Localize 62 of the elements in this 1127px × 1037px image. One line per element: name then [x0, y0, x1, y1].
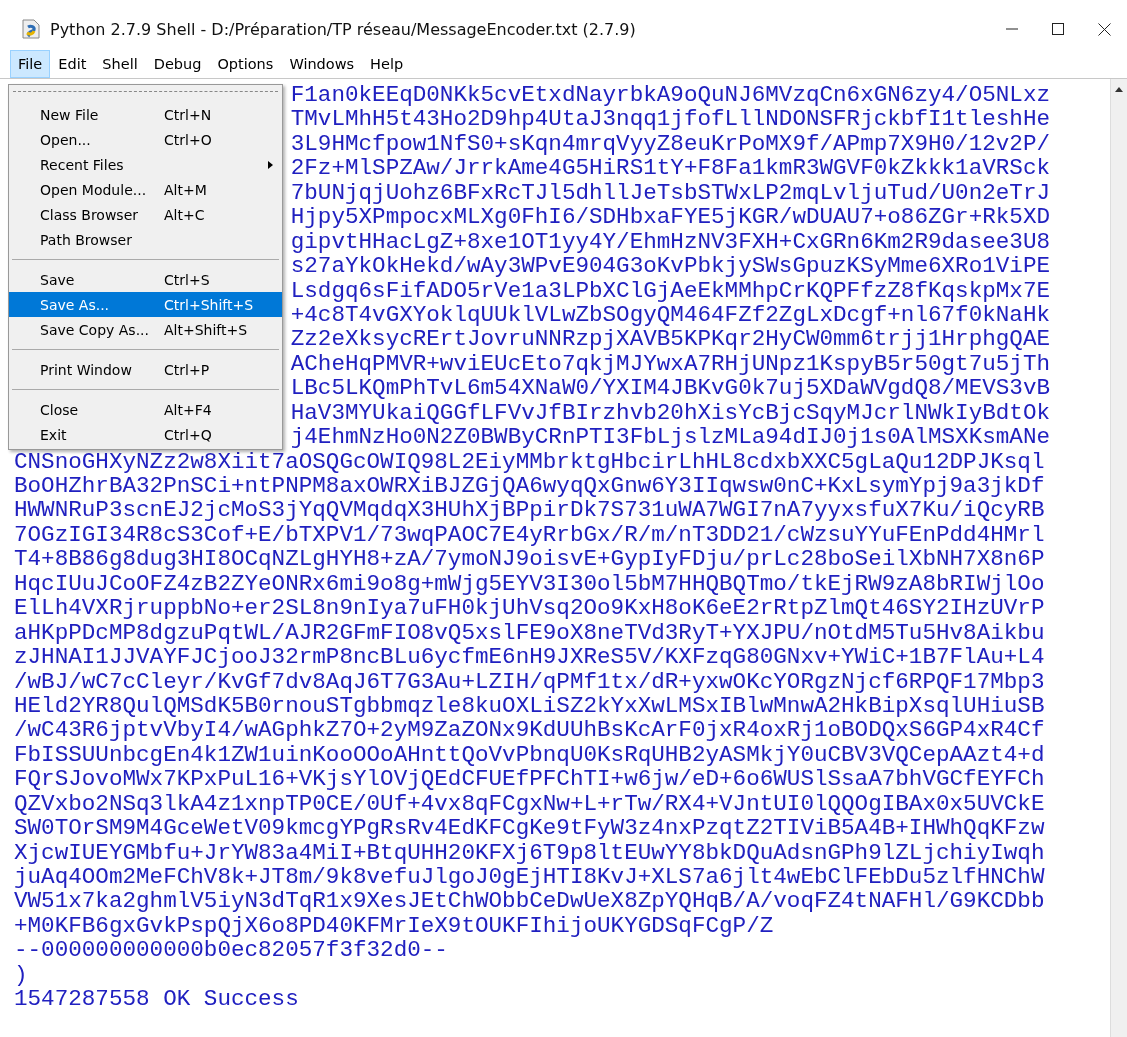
output-line: gipvtHHacLgZ+8xe1OT1yy4Y/EhmHzNV3FXH+CxGRn6Km2R9dasee3U8	[290, 229, 1050, 255]
menu-item[interactable]: Save Copy As... Alt+Shift+S	[9, 317, 282, 342]
close-icon[interactable]	[1097, 22, 1111, 36]
menu-bar-item[interactable]: Shell	[94, 50, 146, 78]
output-line: VW51x7ka2ghmlV5iyN3dTqR1x9XesJEtChWObbCeDwUeX8ZpYQHqB/A/voqFZ4tNAFHl/G9KCDbb	[14, 889, 1046, 914]
output-line: 7OGzIGI34R8cS3Cof+E/bTXPV1/73wqPAOC7E4yRrbGx/R/m/nT3DD21/cWzsuYYuFEnPdd4HMrl	[14, 522, 1046, 548]
output-line: XjcwIUEYGMbfu+JrYW83a4MiI+BtqUHH20KFXj6T9p8ltEUwYY8bkDQuAdsnGPh9lZLjchiyIwqh	[14, 840, 1046, 865]
menu-bar-item[interactable]: Windows	[281, 50, 363, 78]
output-line: Zz2eXksycRErtJovruNNRzpjXAVB5KPKqr2HyCW0mm6trjj1HrphgQAE	[290, 327, 1050, 352]
output-line: CNSnoGHXyNZz2w8Xiit7aOSQGcOWIQ98L2EiyMMbrktgHbcirLhHL8cdxbXXC5gLaQu12DPJKsql	[14, 449, 1046, 474]
output-line: HaV3MYUkaiQGGfLFVvJfBIrzhvb20hXisYcBjcSqyMJcrlNWkIyBdtOk	[290, 400, 1050, 426]
output-line: 7bUNjqjUohz6BFxRcTJl5dhllJeTsbSTWxLP2mqLvljuTud/U0n2eTrJ	[290, 180, 1050, 206]
output-line: j4EhmNzHo0N2Z0BWByCRnPTI3FbLjslzMLa94dIJ0j1s0AlMSXKsmANe	[290, 425, 1050, 450]
output-line: TMvLMhH5t43Ho2D9hp4UtaJ3nqq1jfofLllNDONSFRjckbfI1tleshHe	[290, 107, 1050, 132]
output-line: HEld2YR8QulQMSdK5B0rnouSTgbbmqzle8kuOXLiSZ2kYxXwLMSxIBlwMnwA2HkBipXsqlUHiuSB	[14, 693, 1046, 719]
output-line: 1547287558 OK Success	[14, 987, 300, 1012]
output-line: )	[14, 962, 29, 988]
output-line: T4+8B86g8dug3HI8OCqNZLgHYH8+zA/7ymoNJ9oisvE+GypIyFDju/prLc28boSeilXbNH7X8n6P	[14, 547, 1046, 572]
output-line: QZVxbo2NSq3lkA4z1xnpTP0CE/0Uf+4vx8qFCgxNw+L+rTw/RX4+VJntUI0lQQOgIBAx0x5UVCkE	[14, 791, 1046, 817]
menu-item[interactable]: Save Ctrl+S	[9, 267, 282, 292]
output-line: 3L9HMcfpow1NfS0+sKqn4mrqVyyZ8euKrPoMX9f/APmp7X9H0/12v2P/	[290, 131, 1050, 157]
menu-bar-item[interactable]: Options	[209, 50, 282, 78]
output-line: Hjpy5XPmpocxMLXg0FhI6/SDHbxaFYE5jKGR/wDUAU7+o86ZGr+Rk5XD	[290, 205, 1050, 230]
menu-item[interactable]: Path Browser	[9, 227, 282, 252]
output-line: SW0TOrSM9M4GceWetV09kmcgYPgRsRv4EdKFCgKe9tFyW3z4nxPzqtZ2TIViB5A4B+IHWhQqKFzw	[14, 816, 1046, 841]
menu-item[interactable]: Save As... Ctrl+Shift+S	[9, 292, 282, 317]
output-line: HWWNRuP3scnEJ2jcMoS3jYqQVMqdqX3HUhXjBPpirDk7S731uWA7WGI7nA7yyxsfuX7Ku/iQcyRB	[14, 498, 1046, 523]
output-line: /wBJ/wC7cCleyr/KvGf7dv8AqJ6T7G3Au+LZIH/qPMf1tx/dR+yxwOKcYORgzNjcf6RPQF17Mbp3	[14, 669, 1046, 694]
output-line: +M0KFB6gxGvkPspQjX6o8PD40KFMrIeX9tOUKFIhijoUKYGDSqFCgP/Z	[14, 913, 775, 939]
output-line: LBc5LKQmPhTvL6m54XNaW0/YXIM4JBKvG0k7uj5XDaWVgdQ8/MEVS3vB	[290, 376, 1050, 401]
menu-item[interactable]: Print Window Ctrl+P	[9, 357, 282, 382]
output-line: FbISSUUnbcgEn4k1ZW1uinKooOOoAHnttQoVvPbnqU0KsRqUHB2yASMkjY0uCBV3VQCepAAzt4+d	[14, 742, 1046, 768]
maximize-icon[interactable]	[1052, 23, 1064, 35]
output-line: /wC43R6jptvVbyI4/wAGphkZ7O+2yM9ZaZONx9KdUUhBsKcArF0jxR4oxRj1oBODQxS6GP4xR4Cf	[14, 718, 1046, 743]
menu-item[interactable]: Recent Files	[9, 152, 282, 177]
output-line: ACheHqPMVR+wviEUcEto7qkjMJYwxA7RHjUNpz1KspyB5r50gt7u5jTh	[290, 351, 1050, 377]
menu-item[interactable]: Exit Ctrl+Q	[9, 422, 282, 447]
scroll-up-icon[interactable]	[1115, 87, 1123, 92]
menu-item[interactable]: Class Browser Alt+C	[9, 202, 282, 227]
menu-item[interactable]: New File Ctrl+N	[9, 102, 282, 127]
window-title: Python 2.7.9 Shell - D:/Préparation/TP réseau/MessageEncoder.txt (2.7.9)	[50, 18, 637, 39]
menu-bar-item[interactable]: Help	[362, 50, 412, 78]
output-line: zJHNAI1JJVAYFJCjooJ32rmP8ncBLu6ycfmE6nH9JXReS5V/KXFzqG80GNxv+YWiC+1B7FlAu+L4	[14, 645, 1046, 670]
output-line: HqcIUuJCoOFZ4zB2ZYeONRx6mi9o8g+mWjg5EYV3I30ol5bM7HHQBQTmo/tkEjRW9zA8bRIWjlOo	[14, 571, 1046, 597]
output-line: juAq4OOm2MeFChV8k+JT8m/9k8vefuJlgoJ0gEjHTI8KvJ+XLS7a6jlt4wEbClFEbDu5zlfHNChW	[14, 865, 1046, 890]
menu-item[interactable]: Open Module... Alt+M	[9, 177, 282, 202]
menu-bar-item[interactable]: File	[10, 50, 51, 78]
output-line: FQrSJovoMWx7KPxPuL16+VKjsYlOVjQEdCFUEfPFChTI+w6jw/eD+6o6WUSlSsaA7bhVGCfEYFCh	[14, 767, 1046, 792]
output-line: s27aYkOkHekd/wAy3WPvE904G3oKvPbkjySWsGpuzKSyMme6XRo1ViPE	[290, 254, 1050, 279]
output-line: --000000000000b0ec82057f3f32d0--	[14, 938, 449, 963]
output-line: BoOHZhrBA32PnSCi+ntPNPM8axOWRXiBJZGjQA6wyqQxGnw6Y3IIqwsw0nC+KxLsymYpj9a3jkDf	[14, 474, 1046, 499]
scrollbar[interactable]	[1110, 79, 1127, 1037]
menu-item[interactable]: Close Alt+F4	[9, 397, 282, 422]
output-line: 2Fz+MlSPZAw/JrrkAme4G5HiRS1tY+F8Fa1kmR3WGVF0kZkkk1aVRSck	[290, 156, 1050, 181]
output-line: F1an0kEEqD0NKk5cvEtxdNayrbkA9oQuNJ6MVzqCn6xGN6zy4/O5NLxz	[290, 83, 1050, 108]
menu-item[interactable]: Open... Ctrl+O	[9, 127, 282, 152]
menu-bar-item[interactable]: Debug	[145, 50, 210, 78]
menu-bar-item[interactable]: Edit	[50, 50, 95, 78]
output-line: Lsdgq6sFifADO5rVe1a3LPbXClGjAeEkMMhpCrKQPFfzZ8fKqskpMx7E	[290, 278, 1050, 303]
output-line: aHKpPDcMP8dgzuPqtWL/AJR2GFmFIO8vQ5xslFE9oX8neTVd3RyT+YXJPU/nOtdM5Tu5Hv8Aikbu	[14, 620, 1046, 646]
output-line: ElLh4VXRjruppbNo+er2SL8n9nIya7uFH0kjUhVsq2Oo9KxH8oK6eE2rRtpZlmQt46SY2IHzUVrP	[14, 596, 1046, 621]
output-line: +4c8T4vGXYoklqUUklVLwZbSOgyQM464FZf2ZgLxDcgf+nl67f0kNaHk	[290, 302, 1050, 328]
